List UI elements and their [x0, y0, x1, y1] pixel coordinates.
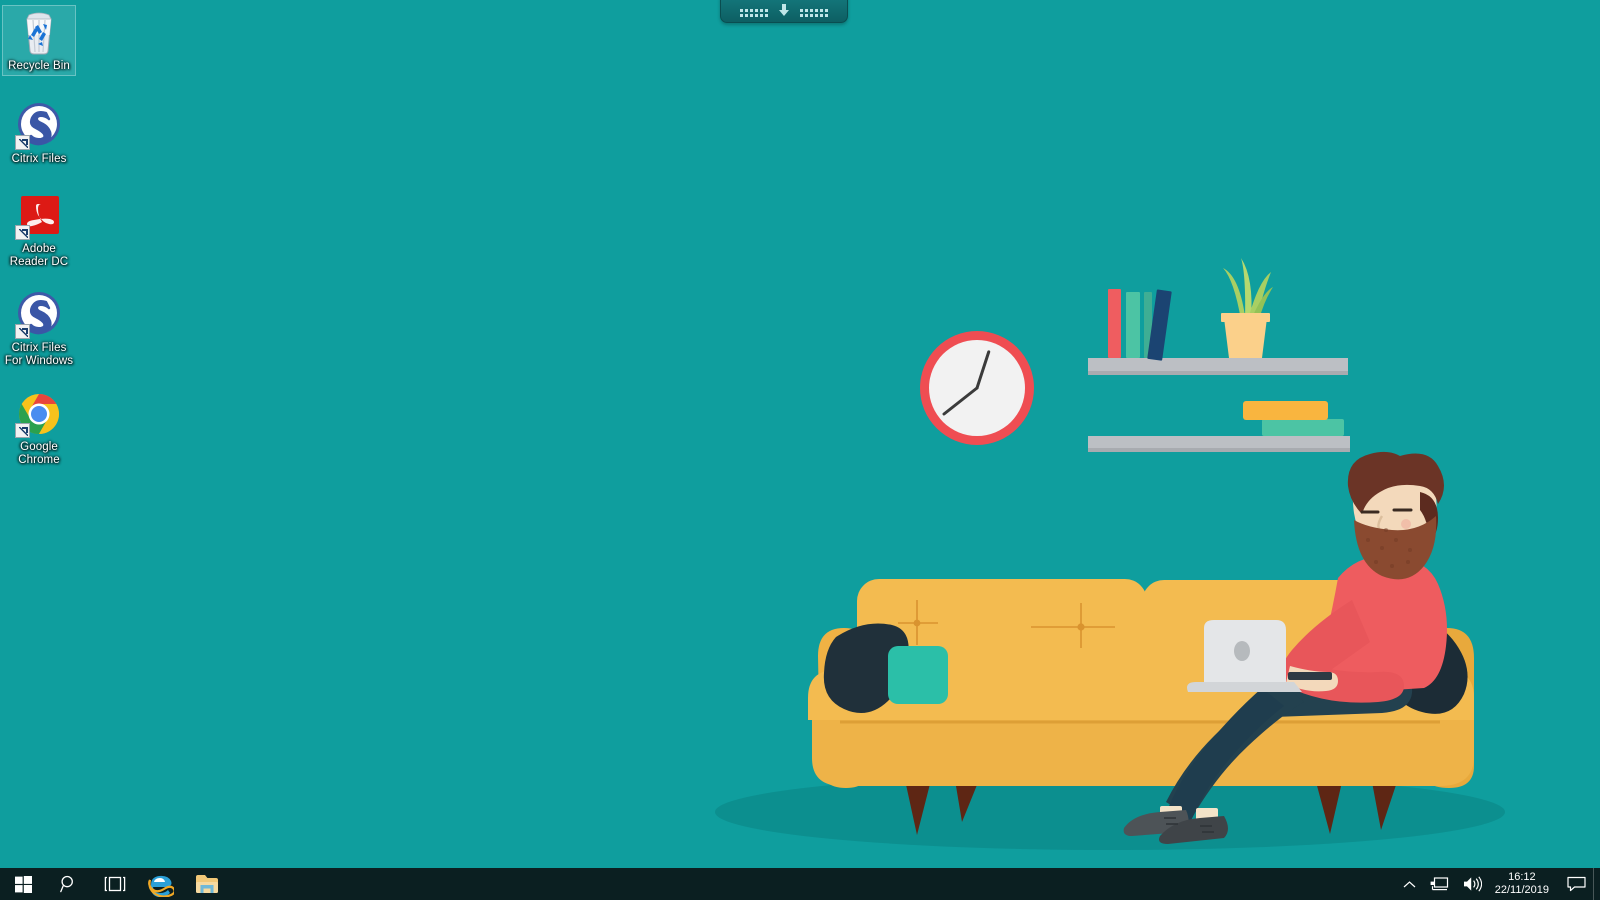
couch-leg	[905, 780, 931, 835]
show-desktop-button[interactable]	[1593, 868, 1600, 900]
couch-back-right	[1142, 580, 1442, 688]
task-view-button[interactable]	[92, 868, 138, 900]
desktop-icon-recycle-bin[interactable]: Recycle Bin	[2, 5, 76, 76]
show-hidden-icons-button[interactable]	[1396, 868, 1423, 900]
laptop-logo	[1234, 641, 1250, 661]
man-sock	[1160, 806, 1182, 820]
couch-leg	[1316, 782, 1342, 834]
start-button[interactable]	[0, 868, 46, 900]
file-explorer-button[interactable]	[184, 868, 230, 900]
upper-shelf	[1088, 358, 1348, 375]
shortcut-overlay-icon	[15, 134, 30, 150]
desktop-icon-label: Citrix Files For Windows	[4, 342, 74, 367]
man-on-laptop	[1123, 451, 1468, 844]
system-tray: 16:12 22/11/2019	[1396, 868, 1600, 900]
network-icon	[1430, 876, 1448, 890]
desktop-icon-label: Citrix Files	[11, 152, 67, 165]
lower-shelf	[1088, 436, 1350, 452]
internet-explorer-icon	[148, 875, 174, 897]
shortcut-overlay-icon	[15, 423, 30, 438]
taskbar[interactable]: 16:12 22/11/2019	[0, 868, 1600, 900]
man-leg-back	[1386, 610, 1468, 714]
desktop-icon-label: Google Chrome	[18, 441, 60, 466]
man-forearm	[1286, 660, 1404, 703]
search-button[interactable]	[46, 868, 92, 900]
laptop-base	[1187, 682, 1302, 692]
shortcut-overlay-icon	[15, 324, 30, 339]
pillow-teal	[888, 646, 948, 704]
man-shirt	[1319, 556, 1447, 694]
man-hair-side	[1420, 492, 1438, 542]
couch-seat	[812, 670, 1474, 786]
desktop-icon-citrix-files-for-windows[interactable]: Citrix Files For Windows	[3, 288, 75, 369]
books-lower	[1243, 401, 1344, 436]
man-beard	[1354, 516, 1437, 580]
taskbar-date: 22/11/2019	[1494, 884, 1549, 896]
taskbar-time: 16:12	[1508, 871, 1536, 883]
couch-leg	[1372, 782, 1397, 830]
google-chrome-icon	[15, 390, 63, 438]
clock-and-date[interactable]: 16:12 22/11/2019	[1489, 868, 1560, 900]
remote-session-connection-bar[interactable]	[720, 0, 848, 23]
network-button[interactable]	[1423, 868, 1456, 900]
man-hair	[1347, 451, 1444, 514]
adobe-reader-dc-icon	[15, 192, 63, 240]
action-center-button[interactable]	[1560, 868, 1593, 900]
man-neck	[1372, 530, 1396, 566]
wall-clock	[920, 331, 1034, 445]
desktop-icon-adobe-reader-dc[interactable]: Adobe Reader DC	[3, 189, 75, 270]
books-upper	[1108, 289, 1172, 361]
desktop-icon-label: Recycle Bin	[8, 60, 70, 72]
beard-texture	[1366, 528, 1412, 568]
couch-arm-right	[1420, 628, 1474, 788]
man-ear	[1424, 514, 1437, 534]
laptop	[1187, 620, 1332, 692]
windows-logo-icon	[14, 875, 32, 893]
speaker-icon	[1463, 876, 1482, 892]
couch-arm-left	[818, 628, 870, 788]
desktop-icon-google-chrome[interactable]: Google Chrome	[3, 387, 75, 468]
pillow-dark	[823, 623, 909, 714]
shoe-laces	[1164, 817, 1214, 833]
man-thigh	[1274, 669, 1413, 717]
citrix-files-for-windows-icon	[15, 291, 63, 339]
man-shin-back	[1164, 688, 1284, 828]
potted-plant	[1221, 258, 1273, 358]
man-head	[1352, 456, 1437, 558]
desktop-icon-grid: Recycle Bin Citrix Files Adobe Reader DC…	[0, 0, 110, 486]
couch-back-left	[857, 579, 1147, 687]
file-explorer-icon	[196, 874, 218, 893]
couch	[808, 579, 1474, 835]
task-view-icon	[104, 876, 126, 892]
drag-grip-dots-left[interactable]	[740, 9, 768, 17]
chevron-up-icon	[1403, 880, 1416, 887]
action-center-icon	[1567, 876, 1586, 892]
man-arm-sleeve	[1280, 600, 1370, 690]
citrix-files-icon	[15, 102, 63, 150]
man-shoe-right	[1159, 816, 1228, 844]
desktop-icon-label: Adobe Reader DC	[9, 243, 69, 268]
couch-leg	[955, 780, 979, 822]
floor-shadow	[715, 774, 1505, 850]
laptop-keyboard	[1288, 672, 1332, 680]
man-nose	[1377, 515, 1389, 533]
pin-down-arrow-icon[interactable]	[777, 3, 791, 17]
search-icon	[60, 875, 73, 893]
man-shin-front	[1166, 680, 1304, 818]
man-shoe-left	[1123, 810, 1189, 836]
man-cheek	[1401, 519, 1411, 529]
shortcut-overlay-icon	[15, 225, 30, 240]
internet-explorer-button[interactable]	[138, 868, 184, 900]
volume-button[interactable]	[1456, 868, 1489, 900]
wall-background	[0, 0, 1600, 900]
desktop-icon-citrix-files[interactable]: Citrix Files	[3, 99, 75, 168]
man-hand	[1286, 666, 1338, 692]
man-sock	[1196, 808, 1218, 822]
drag-grip-dots-right[interactable]	[800, 9, 828, 17]
desktop-wallpaper	[0, 0, 1600, 900]
desktop[interactable]: Recycle Bin Citrix Files Adobe Reader DC…	[0, 0, 1600, 900]
couch-tufting	[898, 600, 1115, 648]
recycle-bin-icon	[15, 9, 63, 57]
